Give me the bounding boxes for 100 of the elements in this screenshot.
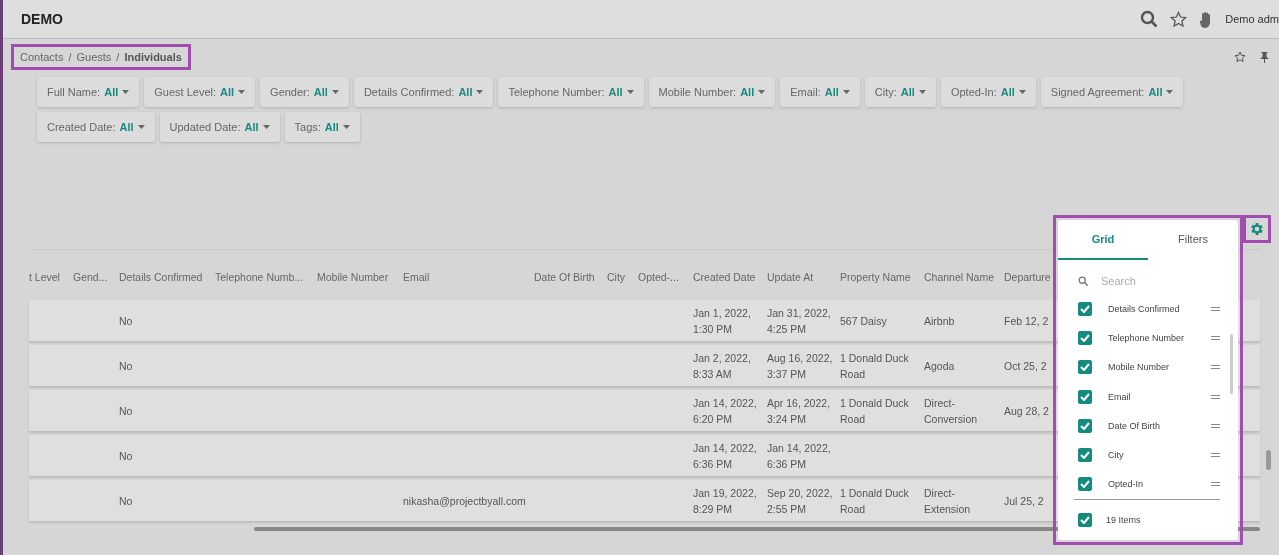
panel-tab[interactable]: Grid [1058, 220, 1148, 260]
column-header[interactable]: Date Of Birth [534, 271, 595, 283]
checkbox[interactable] [1078, 513, 1092, 528]
column-label: Mobile Number [1108, 362, 1171, 373]
table-cell-text: No [119, 403, 133, 419]
table-cell-text: 1 Donald Duck Road [840, 350, 909, 382]
column-header[interactable]: Gend... [73, 271, 108, 283]
table-cell-text: nikasha@projectbyall.com [403, 493, 526, 509]
table-cell-text: Feb 12, 2 [1004, 313, 1049, 329]
caret-icon [262, 125, 270, 129]
breadcrumb-link[interactable]: Contacts [20, 51, 64, 63]
table-cell-text: No [119, 448, 133, 464]
filter-dropdown[interactable]: Signed Agreement: All [1040, 77, 1184, 107]
filter-dropdown[interactable]: Guest Level: All [144, 77, 256, 107]
table-cell-text: Direct- Extension [924, 485, 971, 517]
table-cell-text: No [119, 313, 133, 329]
column-label: Email [1108, 391, 1132, 402]
column-label: Opted-In [1108, 479, 1145, 490]
table-cell-text: Jan 31, 2022, 4:25 PM [767, 305, 831, 337]
table-cell-text: Jan 14, 2022, 6:36 PM [767, 440, 831, 472]
column-header[interactable]: Telephone Numb... [215, 271, 304, 283]
column-header[interactable]: Email [403, 271, 430, 283]
column-label: Telephone Number [1108, 332, 1186, 343]
caret-icon [476, 90, 484, 94]
table-cell-text: Jan 14, 2022, 6:36 PM [693, 440, 757, 472]
filter-dropdown[interactable]: Tags: All [284, 112, 360, 142]
caret-icon [918, 90, 926, 94]
vertical-scrollbar[interactable] [1266, 450, 1271, 470]
column-header[interactable]: t Level [29, 271, 60, 283]
table-cell-text: Aug 16, 2022, 3:37 PM [767, 350, 833, 382]
column-header[interactable]: Channel Name [924, 271, 995, 283]
search-icon [1078, 275, 1089, 287]
table-cell-text: No [119, 358, 133, 374]
table-cell-text: Jan 1, 2022, 1:30 PM [693, 305, 751, 337]
table-cell-text: Jan 14, 2022, 6:20 PM [693, 395, 757, 427]
panel-tab[interactable]: Filters [1148, 220, 1238, 260]
panel-scrollbar[interactable] [1230, 334, 1233, 394]
star-icon[interactable] [1234, 51, 1246, 63]
filter-dropdown[interactable]: Updated Date: All [159, 112, 280, 142]
table-cell-text: 567 Daisy [840, 313, 887, 329]
drag-handle-icon[interactable] [1211, 453, 1220, 458]
caret-icon [331, 90, 339, 94]
caret-icon [626, 90, 634, 94]
caret-icon [342, 125, 350, 129]
checkbox[interactable] [1078, 360, 1092, 375]
drag-handle-icon[interactable] [1211, 335, 1220, 340]
table-cell-text: Aug 28, 2 [1004, 403, 1049, 419]
filter-dropdown[interactable]: Mobile Number: All [648, 77, 776, 107]
table-cell-text: Airbnb [924, 313, 955, 329]
column-header[interactable]: Created Date [693, 271, 756, 283]
drag-handle-icon[interactable] [1211, 394, 1220, 399]
checkbox[interactable] [1078, 301, 1092, 316]
caret-icon [122, 90, 130, 94]
filter-dropdown[interactable]: Opted-In: All [940, 77, 1036, 107]
table-cell-text: Jan 19, 2022, 8:29 PM [693, 485, 757, 517]
gear-icon[interactable] [1249, 221, 1265, 237]
caret-icon [238, 90, 246, 94]
caret-icon [137, 125, 145, 129]
column-header[interactable]: Departure [1004, 271, 1051, 283]
column-header[interactable]: Update At [767, 271, 814, 283]
drag-handle-icon[interactable] [1211, 423, 1220, 428]
table-cell-text: Sep 20, 2022, 2:55 PM [767, 485, 833, 517]
table-cell-text: Direct- Conversion [924, 395, 978, 427]
search-field[interactable]: Search [1078, 270, 1220, 292]
pin-icon[interactable] [1260, 51, 1269, 63]
drag-handle-icon[interactable] [1211, 482, 1220, 487]
filter-dropdown[interactable]: Gender: All [260, 77, 349, 107]
star-icon[interactable] [1170, 10, 1188, 28]
checkbox[interactable] [1078, 477, 1092, 492]
checkbox[interactable] [1078, 448, 1092, 463]
filter-dropdown[interactable]: Telephone Number: All [498, 77, 644, 107]
table-cell-text: Agoda [924, 358, 955, 374]
caret-icon [1166, 90, 1174, 94]
column-header[interactable]: Opted-... [638, 271, 679, 283]
filter-dropdown[interactable]: Details Confirmed: All [353, 77, 494, 107]
breadcrumb-separator: / [68, 51, 72, 63]
column-header[interactable]: Property Name [840, 271, 911, 283]
table-cell-text: 1 Donald Duck Road [840, 395, 909, 427]
column-header[interactable]: Details Confirmed [119, 271, 203, 283]
checkbox[interactable] [1078, 418, 1092, 433]
table-cell-text: Jul 25, 2 [1004, 493, 1044, 509]
caret-icon [1018, 90, 1026, 94]
search-icon[interactable] [1140, 10, 1159, 28]
checkbox[interactable] [1078, 330, 1092, 345]
breadcrumb-link[interactable]: Guests [76, 51, 112, 63]
settings-button[interactable] [1243, 215, 1271, 243]
checkbox[interactable] [1078, 389, 1092, 404]
drag-handle-icon[interactable] [1211, 365, 1220, 370]
filter-dropdown[interactable]: Created Date: All [37, 112, 155, 142]
app-title: DEMO [21, 11, 64, 27]
table-cell-text: 1 Donald Duck Road [840, 485, 909, 517]
drag-handle-icon[interactable] [1211, 306, 1220, 311]
column-header[interactable]: City [607, 271, 626, 283]
filter-dropdown[interactable]: City: All [864, 77, 936, 107]
table-cell-text: Oct 25, 2 [1004, 358, 1047, 374]
user-name[interactable]: Demo adm [1225, 13, 1279, 25]
filter-dropdown[interactable]: Full Name: All [37, 77, 140, 107]
filter-dropdown[interactable]: Email: All [780, 77, 860, 107]
column-header[interactable]: Mobile Number [317, 271, 389, 283]
breadcrumb-separator: / [116, 51, 120, 63]
